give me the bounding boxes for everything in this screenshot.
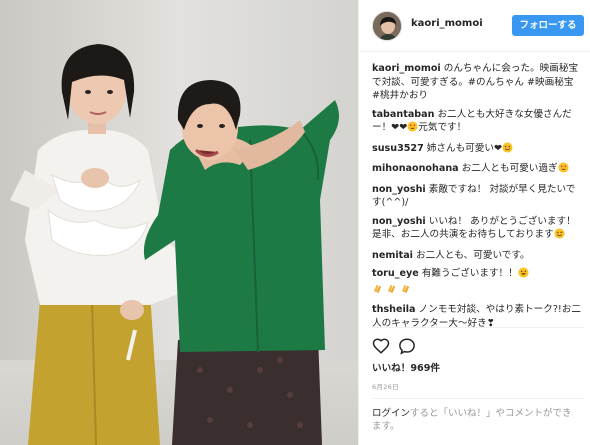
comment-item: non_yoshi 素敵ですね！ 対談が早く見たいです(^^)/: [372, 183, 584, 210]
login-divider: [372, 398, 584, 399]
post-photo[interactable]: [0, 0, 358, 445]
comment-username[interactable]: mihonaonohana: [372, 163, 459, 174]
post-date: 6月26日: [372, 383, 399, 391]
login-prompt: ログインすると「いいね！」やコメントができます。: [372, 407, 572, 433]
clapping-hands-emoji-icon: [386, 283, 397, 299]
grinning-face-emoji-icon: [518, 267, 529, 283]
comment-item: kaori_momoi のんちゃんに会った。映画秘宝で対談、可愛すぎる。#のんちゃ…: [372, 62, 584, 103]
photo-illustration: [0, 0, 358, 445]
avatar[interactable]: [372, 11, 402, 41]
comment-username[interactable]: kaori_momoi: [372, 63, 441, 74]
comment-item: toru_eye 有難うございます！！: [372, 267, 584, 298]
comment-icon[interactable]: [398, 337, 416, 355]
comment-text: 姉さんも可愛い❤: [426, 142, 502, 154]
post-author-username[interactable]: kaori_momoi: [411, 18, 483, 29]
heart-eyes-emoji-icon: [407, 121, 418, 137]
comment-item: susu3527 姉さんも可愛い❤: [372, 141, 584, 158]
like-count[interactable]: いいね！969件: [372, 360, 440, 374]
comment-item: tabantaban お二人とも大好きな女優さんだー！❤❤ 元気です！: [372, 108, 584, 137]
comment-item: thsheila ノンモモ対談、やはり素トーク?!お二人のキャラクター大〜好き❣: [372, 303, 584, 330]
login-link[interactable]: ログイン: [372, 408, 410, 419]
heart-eyes-emoji-icon: [558, 162, 569, 178]
post-header: kaori_momoi フォローする: [359, 0, 590, 52]
avatar-image: [373, 12, 401, 40]
post-side-panel: kaori_momoi フォローする kaori_momoi のんちゃんに会った。…: [359, 0, 590, 445]
comment-username[interactable]: non_yoshi: [372, 216, 426, 227]
comment-item: non_yoshi いいね！ ありがとうございます！ 是非、お二人の共演をお待ちし…: [372, 215, 584, 244]
comment-item: mihonaonohana お二人とも可愛い過ぎ: [372, 162, 584, 178]
clapping-hands-emoji-icon: [400, 283, 411, 299]
smiling-face-emoji-icon: [554, 228, 565, 244]
comment-username[interactable]: toru_eye: [372, 268, 419, 279]
comment-username[interactable]: thsheila: [372, 304, 416, 315]
comment-list: kaori_momoi のんちゃんに会った。映画秘宝で対談、可愛すぎる。#のんちゃ…: [372, 62, 584, 335]
comment-username[interactable]: non_yoshi: [372, 184, 426, 195]
comment-username[interactable]: tabantaban: [372, 109, 434, 120]
follow-button[interactable]: フォローする: [512, 15, 584, 36]
comment-item: nemitai お二人とも、可愛いです。: [372, 249, 584, 263]
comment-text: お二人とも、可愛いです。: [415, 249, 530, 261]
comment-username[interactable]: susu3527: [372, 143, 424, 154]
heart-icon[interactable]: [372, 337, 390, 355]
comment-text-suffix: 元気です！: [418, 122, 467, 133]
smiling-face-emoji-icon: [502, 141, 513, 158]
actions-divider: [372, 327, 584, 328]
comment-username[interactable]: nemitai: [372, 250, 413, 261]
clapping-hands-emoji-icon: [372, 283, 383, 299]
comment-text: 有難うございます！！: [421, 268, 518, 279]
comment-text: お二人とも可愛い過ぎ: [461, 163, 558, 174]
